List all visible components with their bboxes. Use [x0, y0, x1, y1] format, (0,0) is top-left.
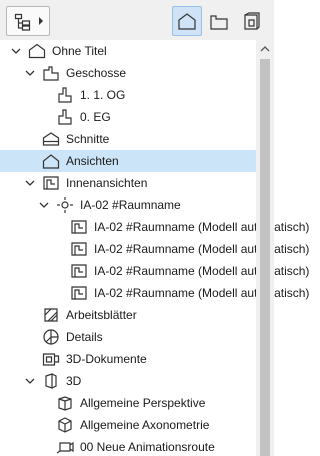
navigator-tree: Ohne Titel Geschosse 1. 1. OG 0. EG Schnitte… [0, 40, 309, 456]
tree-item-label: Allgemeine Axonometrie [80, 418, 210, 432]
tree-item-3[interactable]: 1. 1. OG [0, 84, 256, 106]
tree-item-label: Allgemeine Perspektive [80, 396, 206, 410]
tree-item-10[interactable]: IA-02 #Raumname (Modell automatisch) [0, 238, 309, 260]
tree-item-8[interactable]: IA-02 #Raumname [0, 194, 256, 216]
perspective-icon [56, 394, 74, 412]
interior-view-icon [70, 284, 88, 302]
story-icon [56, 108, 74, 126]
story-icon [56, 86, 74, 104]
tree-item-11[interactable]: IA-02 #Raumname (Modell automatisch) [0, 260, 309, 282]
tree-item-17[interactable]: Allgemeine Perspektive [0, 392, 256, 414]
tree-item-label: 1. 1. OG [80, 88, 126, 102]
vertical-scrollbar[interactable] [256, 40, 274, 456]
tree-item-5[interactable]: Schnitte [0, 128, 256, 150]
tree-item-label: Schnitte [66, 132, 110, 146]
tree-item-label: Arbeitsblätter [66, 308, 137, 322]
tree-item-label: IA-02 #Raumname (Modell automatisch) [94, 264, 310, 278]
tree-item-label: 3D-Dokumente [66, 352, 147, 366]
tree-item-label: 0. EG [80, 110, 111, 124]
sections-icon [42, 130, 60, 148]
tree-item-18[interactable]: Allgemeine Axonometrie [0, 414, 256, 436]
view-map-button[interactable] [204, 6, 234, 36]
layout-book-button[interactable] [236, 6, 266, 36]
scroll-up-icon[interactable] [256, 40, 274, 57]
tree-item-2[interactable]: Geschosse [0, 62, 256, 84]
tree-item-label: IA-02 #Raumname (Modell automatisch) [94, 242, 310, 256]
tree-item-label: 3D [66, 374, 82, 388]
tree-item-13[interactable]: Arbeitsblätter [0, 304, 256, 326]
project-map-view-icon [177, 11, 197, 31]
interior-view-icon [70, 240, 88, 258]
tree-item-label: Details [66, 330, 103, 344]
details-icon [42, 328, 60, 346]
tree-item-label: Geschosse [66, 66, 127, 80]
3d-documents-icon [42, 350, 60, 368]
tree-item-6[interactable]: Ansichten [0, 150, 256, 172]
worksheets-icon [42, 306, 60, 324]
chevron-down-icon[interactable] [24, 67, 36, 79]
chevron-down-icon[interactable] [10, 45, 22, 57]
elevations-icon [42, 152, 60, 170]
project-map-icon [14, 13, 32, 31]
navigator-toolbar [0, 0, 274, 40]
layout-book-icon [241, 11, 261, 31]
tree-item-label: Innenansichten [66, 176, 148, 190]
tree-item-1[interactable]: Ohne Titel [0, 40, 256, 62]
interior-elevations-icon [42, 174, 60, 192]
axonometry-icon [56, 416, 74, 434]
tree-item-label: IA-02 #Raumname (Modell automatisch) [94, 220, 310, 234]
project-icon [28, 42, 46, 60]
caret-right-icon [37, 16, 45, 26]
tree-item-label: IA-02 #Raumname (Modell automatisch) [94, 286, 310, 300]
interior-view-icon [70, 262, 88, 280]
stories-icon [42, 64, 60, 82]
tree-item-label: 00 Neue Animationsroute [80, 440, 215, 454]
tree-item-12[interactable]: IA-02 #Raumname (Modell automatisch) [0, 282, 309, 304]
interior-view-icon [70, 218, 88, 236]
tree-item-9[interactable]: IA-02 #Raumname (Modell automatisch) [0, 216, 309, 238]
navigator-mode-dropdown[interactable] [6, 6, 50, 36]
camera-path-icon [56, 438, 74, 456]
tree-item-14[interactable]: Details [0, 326, 256, 348]
tree-item-4[interactable]: 0. EG [0, 106, 256, 128]
chevron-down-icon[interactable] [38, 199, 50, 211]
chevron-down-icon[interactable] [24, 177, 36, 189]
view-map-icon [209, 11, 229, 31]
tree-item-15[interactable]: 3D-Dokumente [0, 348, 256, 370]
tree-item-label: IA-02 #Raumname [80, 198, 181, 212]
chevron-down-icon[interactable] [24, 375, 36, 387]
tree-item-16[interactable]: 3D [0, 370, 256, 392]
tree-item-label: Ansichten [66, 154, 119, 168]
interior-marker-icon [56, 196, 74, 214]
tree-item-label: Ohne Titel [52, 44, 107, 58]
3d-icon [42, 372, 60, 390]
scroll-thumb[interactable] [260, 59, 270, 456]
tree-item-19[interactable]: 00 Neue Animationsroute [0, 436, 256, 456]
tree-item-7[interactable]: Innenansichten [0, 172, 256, 194]
project-map-view-button[interactable] [172, 6, 202, 36]
